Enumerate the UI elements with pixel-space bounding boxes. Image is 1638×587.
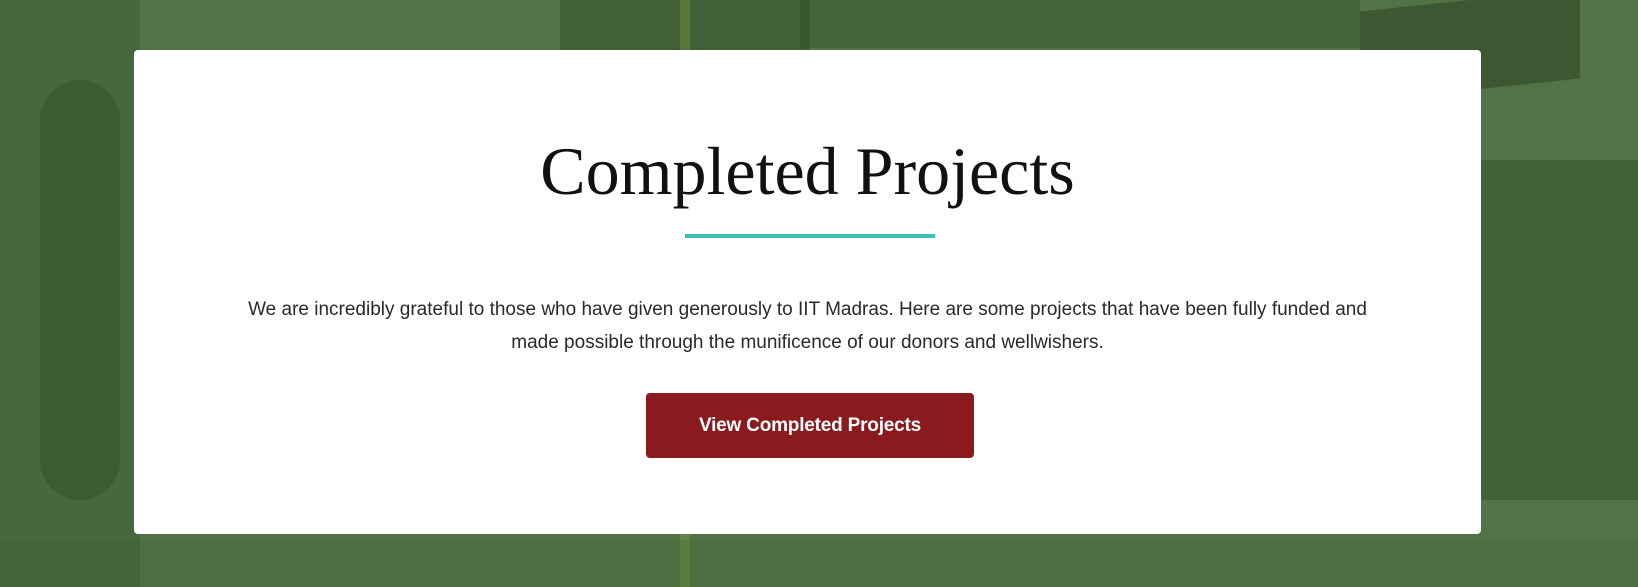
completed-projects-card: Completed Projects We are incredibly gra… xyxy=(134,50,1481,534)
background-shape xyxy=(40,80,120,500)
background-shape xyxy=(1480,160,1638,500)
view-completed-projects-button[interactable]: View Completed Projects xyxy=(646,393,974,458)
background-shape xyxy=(0,540,1638,587)
section-title: Completed Projects xyxy=(540,133,1075,209)
title-underline xyxy=(685,234,935,238)
background-shape xyxy=(800,0,1360,48)
section-description: We are incredibly grateful to those who … xyxy=(248,299,1367,353)
